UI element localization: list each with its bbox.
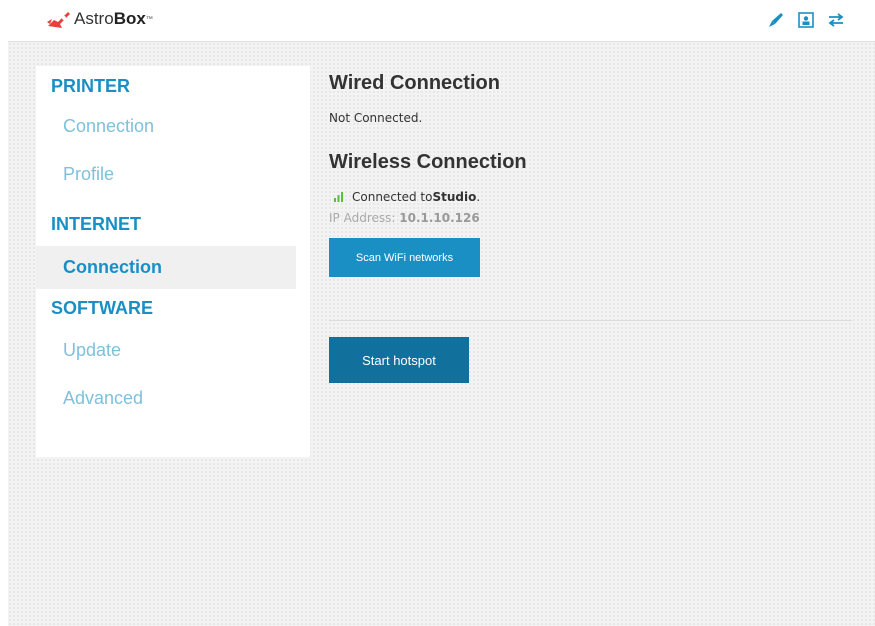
sidebar-item-printer-connection[interactable]: Connection — [36, 105, 296, 148]
sidebar-item-internet-connection[interactable]: Connection — [36, 246, 296, 289]
sidebar-section-internet: INTERNET — [51, 214, 141, 234]
wireless-prefix: Connected to — [352, 190, 433, 204]
contact-card-icon[interactable] — [797, 11, 815, 29]
ip-address-line: IP Address: 10.1.10.126 — [329, 211, 480, 225]
section-divider — [329, 320, 852, 321]
logo-trademark: ™ — [145, 15, 153, 23]
wireless-connection-title: Wireless Connection — [329, 151, 527, 173]
start-hotspot-button[interactable]: Start hotspot — [329, 337, 469, 383]
rocket-icon[interactable] — [767, 11, 785, 29]
logo-text-bold: Box — [113, 9, 146, 28]
wireless-status: Connected to Studio . — [329, 190, 480, 204]
astrobox-logo[interactable]: Astro Box ™ — [46, 9, 153, 29]
wired-connection-title: Wired Connection — [329, 72, 500, 94]
transfer-arrows-icon[interactable] — [827, 11, 845, 29]
settings-sidebar: PRINTER Connection Profile INTERNET Conn… — [36, 66, 310, 457]
top-bar: Astro Box ™ — [0, 0, 875, 40]
scan-wifi-button[interactable]: Scan WiFi networks — [329, 238, 480, 277]
top-icon-group — [767, 11, 845, 29]
sidebar-item-software-update[interactable]: Update — [36, 329, 296, 372]
wireless-network-name: Studio — [432, 190, 477, 204]
wired-status-text: Not Connected. — [329, 111, 423, 125]
sidebar-item-printer-profile[interactable]: Profile — [36, 153, 296, 196]
sidebar-section-printer: PRINTER — [51, 76, 131, 96]
wireless-suffix: . — [476, 190, 481, 204]
sidebar-section-software: SOFTWARE — [51, 298, 153, 318]
ip-address-value: 10.1.10.126 — [399, 211, 480, 225]
ip-address-label: IP Address: — [329, 211, 400, 225]
logo-text-light: Astro — [74, 9, 114, 28]
signal-strength-icon — [334, 192, 343, 202]
sidebar-item-software-advanced[interactable]: Advanced — [36, 377, 296, 420]
rocket-logo-icon — [47, 12, 70, 28]
